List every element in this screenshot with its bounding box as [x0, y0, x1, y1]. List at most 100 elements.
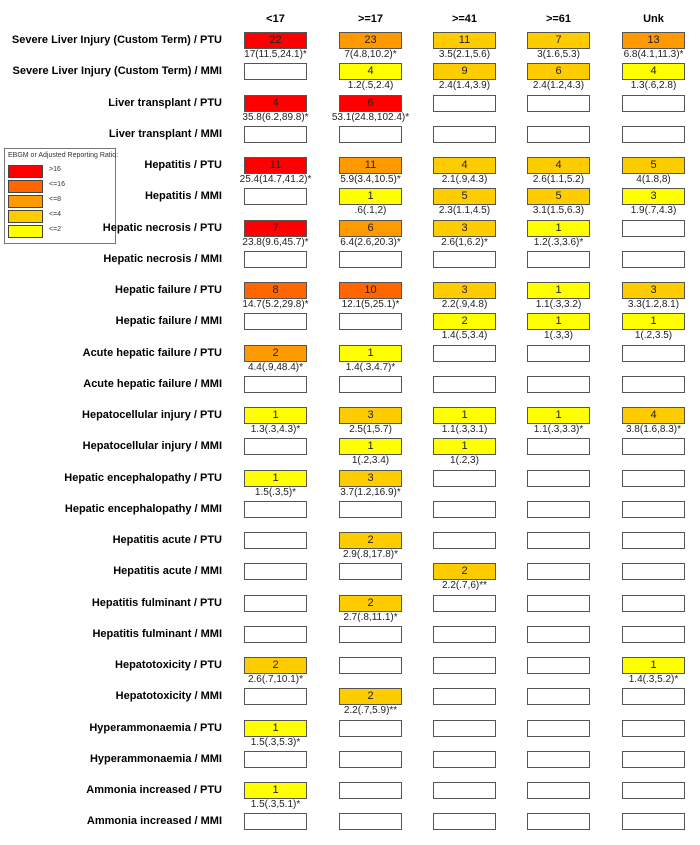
heatmap-cell: 7 [527, 32, 590, 49]
row-label: Hepatitis acute / MMI [113, 565, 222, 577]
row-label: Hepatic failure / MMI [115, 315, 222, 327]
heatmap-cell: 5 [622, 157, 685, 174]
heatmap-cell-empty [622, 595, 685, 612]
heatmap-cell: 5 [433, 188, 496, 205]
cell-statistic: 14.7(5.2,29.8)* [242, 299, 309, 310]
heatmap-cell-empty [527, 501, 590, 518]
legend-swatch [8, 195, 43, 208]
heatmap-cell-empty [527, 813, 590, 830]
heatmap-cell: 22 [244, 32, 307, 49]
cell-statistic: 2.6(1.1,5.2) [532, 174, 585, 185]
heatmap-cell-empty [339, 563, 402, 580]
heatmap-cell: 1 [527, 313, 590, 330]
heatmap-cell-empty [244, 251, 307, 268]
heatmap-cell-empty [622, 563, 685, 580]
cell-statistic: 1.4(.3,5.2)* [628, 674, 679, 685]
cell-statistic: 3.8(1.6,8.3)* [625, 424, 682, 435]
cell-statistic: 6.8(4.1,11.3)* [623, 49, 684, 60]
heatmap-cell: 3 [433, 220, 496, 237]
legend-label: <=8 [49, 196, 62, 203]
row-label: Hepatic encephalopathy / PTU [64, 472, 222, 484]
cell-statistic: 1.1(.3,3.3)* [533, 424, 584, 435]
heatmap-cell-empty [527, 376, 590, 393]
row-label: Severe Liver Injury (Custom Term) / MMI [12, 65, 222, 77]
heatmap-cell: 2 [339, 532, 402, 549]
row-label: Hyperammonaemia / PTU [89, 722, 222, 734]
heatmap-cell-empty [527, 532, 590, 549]
heatmap-cell-empty [622, 470, 685, 487]
heatmap-cell-empty [339, 657, 402, 674]
column-header: >=17 [357, 13, 384, 25]
heatmap-cell-empty [433, 376, 496, 393]
cell-statistic: 1.9(.7,4.3) [630, 205, 677, 216]
cell-statistic: 1.5(.3,5)* [254, 487, 297, 498]
cell-statistic: 5.9(3.4,10.5)* [340, 174, 401, 185]
heatmap-cell-empty [433, 720, 496, 737]
heatmap-cell: 2 [244, 345, 307, 362]
cell-statistic: 2.2(.7,5.9)** [343, 705, 398, 716]
heatmap-cell-empty [527, 126, 590, 143]
heatmap-cell-empty [244, 376, 307, 393]
row-label: Hepatic failure / PTU [115, 284, 222, 296]
row-label: Hepatitis acute / PTU [112, 534, 222, 546]
legend-title: EBGM or Adjusted Reporting Ratio: [8, 152, 119, 159]
row-label: Hepatic encephalopathy / MMI [64, 503, 222, 515]
heatmap-cell-empty [622, 95, 685, 112]
heatmap-cell-empty [339, 782, 402, 799]
cell-statistic: 1.1(.3,3.2) [535, 299, 582, 310]
heatmap-cell-empty [433, 595, 496, 612]
heatmap-cell: 1 [433, 407, 496, 424]
heatmap-cell: 11 [339, 157, 402, 174]
cell-statistic: 1.2(.3,3.6)* [533, 237, 584, 248]
row-label: Acute hepatic failure / PTU [82, 347, 222, 359]
heatmap-cell: 1 [244, 720, 307, 737]
heatmap-cell: 4 [622, 63, 685, 80]
heatmap-cell-empty [244, 563, 307, 580]
cell-statistic: 6.4(2.6,20.3)* [340, 237, 401, 248]
heatmap-cell-empty [527, 782, 590, 799]
heatmap-cell: 8 [244, 282, 307, 299]
row-label: Hyperammonaemia / MMI [89, 753, 222, 765]
heatmap-cell: 2 [433, 563, 496, 580]
heatmap-cell-empty [433, 688, 496, 705]
heatmap-cell-empty [433, 95, 496, 112]
row-label: Ammonia increased / MMI [86, 815, 222, 827]
heatmap-cell-empty [244, 626, 307, 643]
heatmap-cell-empty [244, 313, 307, 330]
column-header: <17 [266, 13, 285, 25]
heatmap-cell: 10 [339, 282, 402, 299]
heatmap-cell: 7 [244, 220, 307, 237]
heatmap-cell-empty [527, 438, 590, 455]
heatmap-cell-empty [527, 345, 590, 362]
row-label: Hepatitis / PTU [144, 159, 222, 171]
heatmap-cell-empty [244, 63, 307, 80]
heatmap-cell: 1 [433, 438, 496, 455]
heatmap-cell-empty [622, 626, 685, 643]
heatmap-cell: 2 [339, 595, 402, 612]
row-label: Ammonia increased / PTU [86, 784, 222, 796]
heatmap-cell-empty [433, 782, 496, 799]
column-header: >=41 [451, 13, 478, 25]
heatmap-cell: 3 [622, 282, 685, 299]
heatmap-cell: 5 [527, 188, 590, 205]
heatmap-cell: 2 [433, 313, 496, 330]
heatmap-cell: 1 [339, 188, 402, 205]
cell-statistic: 1.2(.5,2.4) [347, 80, 394, 91]
heatmap-cell: 1 [244, 782, 307, 799]
heatmap-cell: 1 [244, 407, 307, 424]
row-label: Hepatitis fulminant / MMI [92, 628, 222, 640]
cell-statistic: 2.6(1,6.2)* [441, 237, 488, 248]
cell-statistic: 1.4(.5,3.4) [441, 330, 488, 341]
heatmap-cell-empty [527, 251, 590, 268]
cell-statistic: 23.8(9.6,45.7)* [242, 237, 309, 248]
heatmap-cell-empty [622, 813, 685, 830]
row-label: Acute hepatic failure / MMI [83, 378, 222, 390]
row-label: Hepatotoxicity / MMI [115, 690, 222, 702]
heatmap-cell: 4 [622, 407, 685, 424]
cell-statistic: .6(.1,2) [354, 205, 387, 216]
heatmap-cell-empty [433, 470, 496, 487]
heatmap-cell: 6 [339, 220, 402, 237]
heatmap-cell: 3 [339, 407, 402, 424]
cell-statistic: 2.4(1.4,3.9) [438, 80, 491, 91]
heatmap-cell-empty [339, 376, 402, 393]
